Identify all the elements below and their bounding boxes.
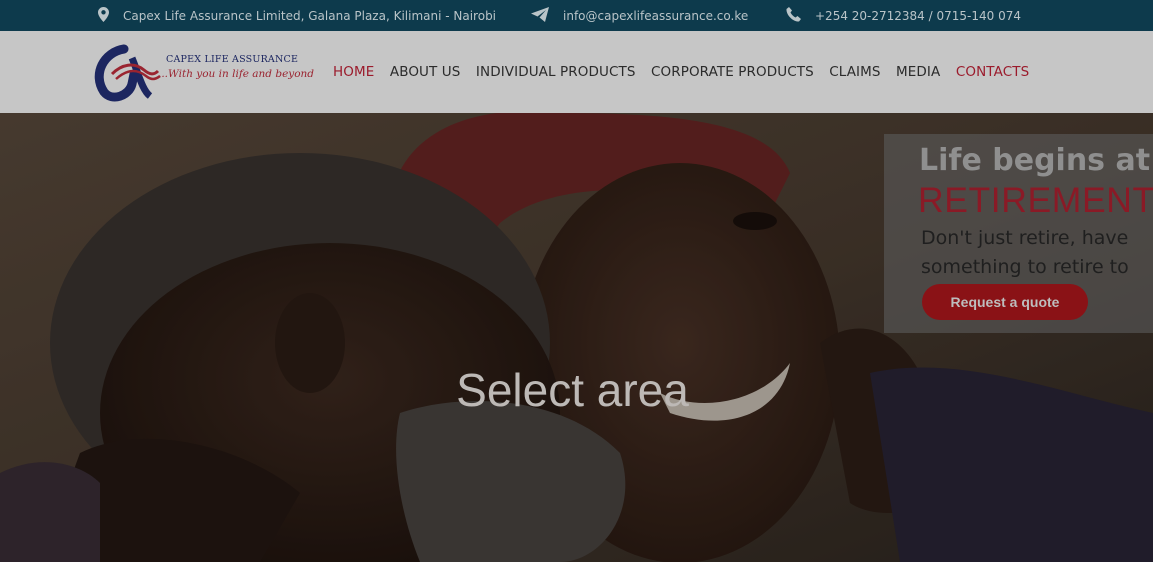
- logo-emblem: [94, 44, 161, 102]
- phone-item[interactable]: +254 20-2712384 / 0715-140 074: [786, 0, 1021, 31]
- promo-headline: Life begins at: [919, 143, 1151, 178]
- nav-claims[interactable]: CLAIMS: [829, 64, 880, 80]
- send-icon: [531, 6, 549, 25]
- nav-corporate-products[interactable]: CORPORATE PRODUCTS: [651, 64, 814, 80]
- top-info-bar: Capex Life Assurance Limited, Galana Pla…: [0, 0, 1153, 31]
- promo-card: Life begins at RETIREMENT Don't just ret…: [884, 134, 1153, 333]
- email-item[interactable]: info@capexlifeassurance.co.ke: [531, 0, 748, 31]
- nav-media[interactable]: MEDIA: [896, 64, 940, 80]
- nav-contacts[interactable]: CONTACTS: [956, 64, 1029, 80]
- logo-name: CAPEX LIFE ASSURANCE: [166, 54, 299, 65]
- phone-icon: [786, 6, 801, 25]
- logo-tagline: ...With you in life and beyond: [158, 68, 315, 80]
- nav-about-us[interactable]: ABOUT US: [390, 64, 461, 80]
- email-link[interactable]: info@capexlifeassurance.co.ke: [563, 9, 748, 23]
- nav-individual-products[interactable]: INDIVIDUAL PRODUCTS: [476, 64, 636, 80]
- promo-highlight: RETIREMENT: [918, 180, 1153, 220]
- address-text: Capex Life Assurance Limited, Galana Pla…: [123, 8, 497, 23]
- main-menu: HOME ABOUT US INDIVIDUAL PRODUCTS CORPOR…: [333, 31, 1045, 113]
- address-item: Capex Life Assurance Limited, Galana Pla…: [98, 0, 496, 31]
- company-logo[interactable]: CAPEX LIFE ASSURANCE ...With you in life…: [94, 44, 314, 104]
- map-pin-icon: [98, 6, 109, 25]
- request-quote-button[interactable]: Request a quote: [922, 284, 1088, 320]
- select-area-overlay-text: Select area: [456, 364, 689, 416]
- phone-text[interactable]: +254 20-2712384 / 0715-140 074: [815, 9, 1021, 23]
- nav-home[interactable]: HOME: [333, 64, 374, 80]
- promo-tagline: Don't just retire, have something to ret…: [921, 227, 1129, 278]
